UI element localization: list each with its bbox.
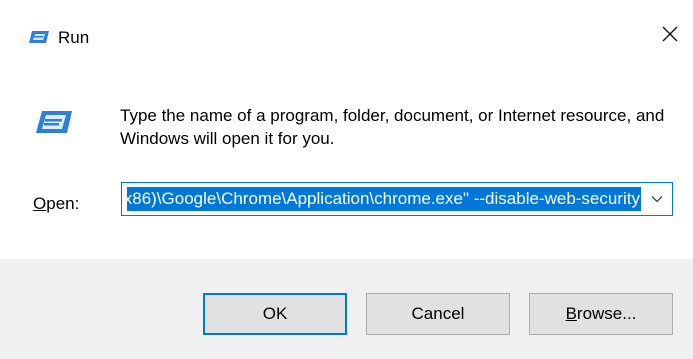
instruction-text: Type the name of a program, folder, docu… <box>120 106 665 148</box>
open-combobox[interactable]: "C:\Program Files (x86)\Google\Chrome\Ap… <box>121 182 673 216</box>
browse-label-rest: rowse... <box>576 304 637 323</box>
chevron-down-icon <box>651 190 663 208</box>
run-icon <box>28 30 50 44</box>
open-input-value: "C:\Program Files (x86)\Google\Chrome\Ap… <box>127 187 641 211</box>
ok-button[interactable]: OK <box>203 293 347 335</box>
open-label: Open: <box>33 194 79 214</box>
run-dialog: Run Type the name of a program, folder, … <box>0 0 693 359</box>
run-large-icon <box>34 110 74 134</box>
cancel-button[interactable]: Cancel <box>366 293 510 335</box>
close-icon <box>662 26 678 42</box>
dropdown-button[interactable] <box>642 183 672 215</box>
open-input[interactable]: "C:\Program Files (x86)\Google\Chrome\Ap… <box>127 187 641 211</box>
open-label-mnemonic: O <box>33 194 47 213</box>
dialog-content: Type the name of a program, folder, docu… <box>0 66 693 259</box>
browse-button[interactable]: Browse... <box>529 293 673 335</box>
title-bar[interactable]: Run <box>0 0 693 66</box>
open-label-rest: pen: <box>46 194 80 213</box>
button-bar: OK Cancel Browse... <box>0 259 693 359</box>
browse-mnemonic: B <box>565 304 577 323</box>
close-button[interactable] <box>647 16 693 52</box>
window-title: Run <box>58 28 90 47</box>
